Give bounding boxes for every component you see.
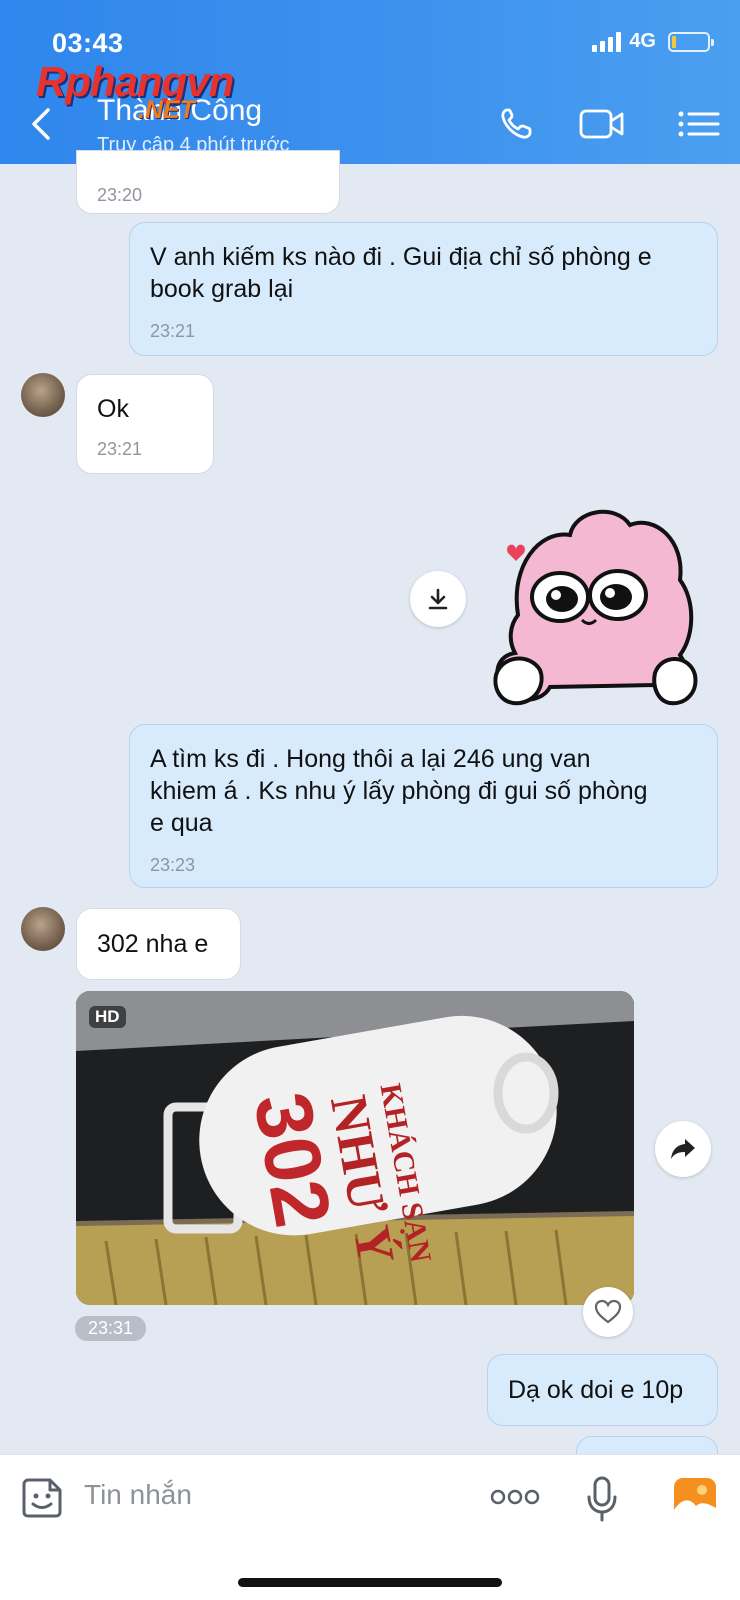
network-type: 4G xyxy=(629,30,656,52)
video-call-icon[interactable] xyxy=(578,104,626,144)
forward-arrow-icon xyxy=(671,1139,695,1159)
microphone-icon[interactable] xyxy=(585,1475,619,1523)
message-bubble-incoming[interactable]: Ok 23:21 xyxy=(76,374,214,474)
message-text-line: V anh kiếm ks nào đi . Gui địa chỉ số ph… xyxy=(150,243,652,271)
message-text-line: khiem á . Ks nhu ý lấy phòng đi gui số p… xyxy=(150,777,648,805)
phone-call-icon[interactable] xyxy=(496,104,544,144)
message-text-line: e qua xyxy=(150,809,213,837)
message-bubble-outgoing[interactable]: A tìm ks đi . Hong thôi a lại 246 ung va… xyxy=(129,724,718,888)
message-bubble-incoming[interactable]: 302 nha e xyxy=(76,908,241,980)
message-text-line: A tìm ks đi . Hong thôi a lại 246 ung va… xyxy=(150,745,591,773)
message-bubble-outgoing[interactable]: Dạ ok doi e 10p xyxy=(487,1354,718,1426)
home-indicator xyxy=(238,1578,502,1587)
photo-time: 23:31 xyxy=(75,1316,146,1341)
message-time: 23:20 xyxy=(97,185,143,205)
message-text: Dạ ok doi e 10p xyxy=(508,1376,684,1404)
message-time: 23:21 xyxy=(97,439,143,459)
sticker-emoji-icon[interactable] xyxy=(20,1476,64,1520)
signal-icon xyxy=(592,31,622,52)
forward-button[interactable] xyxy=(655,1121,711,1177)
react-button[interactable] xyxy=(583,1287,633,1337)
message-text: 302 nha e xyxy=(97,930,209,958)
message-input[interactable]: Tin nhắn xyxy=(84,1479,192,1511)
contact-avatar[interactable] xyxy=(21,907,65,951)
message-text-line: book grab lại xyxy=(150,275,294,303)
sticker-pink-bunny[interactable] xyxy=(490,505,712,710)
contact-avatar[interactable] xyxy=(21,373,65,417)
chat-header: 03:43 4G Thành Công Truy cập 4 phút trướ… xyxy=(0,0,740,164)
message-time: 23:23 xyxy=(150,855,196,875)
more-options-icon[interactable] xyxy=(490,1487,540,1507)
photo-message[interactable]: KHÁCH SẠN NHƯ Ý 302 HD xyxy=(76,991,634,1305)
watermark-logo: Rphangvn xyxy=(36,58,234,105)
message-text: Ok xyxy=(97,395,129,423)
watermark-logo-suffix: .NET xyxy=(138,96,195,124)
image-gallery-icon[interactable] xyxy=(672,1476,718,1520)
download-button[interactable] xyxy=(410,571,466,627)
status-time: 03:43 xyxy=(52,28,124,58)
hd-badge: HD xyxy=(89,1006,126,1028)
back-arrow-icon[interactable] xyxy=(24,104,60,144)
status-indicators: 4G xyxy=(592,30,714,53)
message-bubble-outgoing[interactable]: V anh kiếm ks nào đi . Gui địa chỉ số ph… xyxy=(129,222,718,356)
message-bubble-incoming[interactable]: 23:20 xyxy=(76,150,340,214)
battery-icon xyxy=(668,31,714,52)
download-icon xyxy=(428,588,448,610)
message-time: 23:21 xyxy=(150,321,196,341)
menu-list-icon[interactable] xyxy=(676,104,724,144)
heart-icon xyxy=(594,1299,622,1324)
